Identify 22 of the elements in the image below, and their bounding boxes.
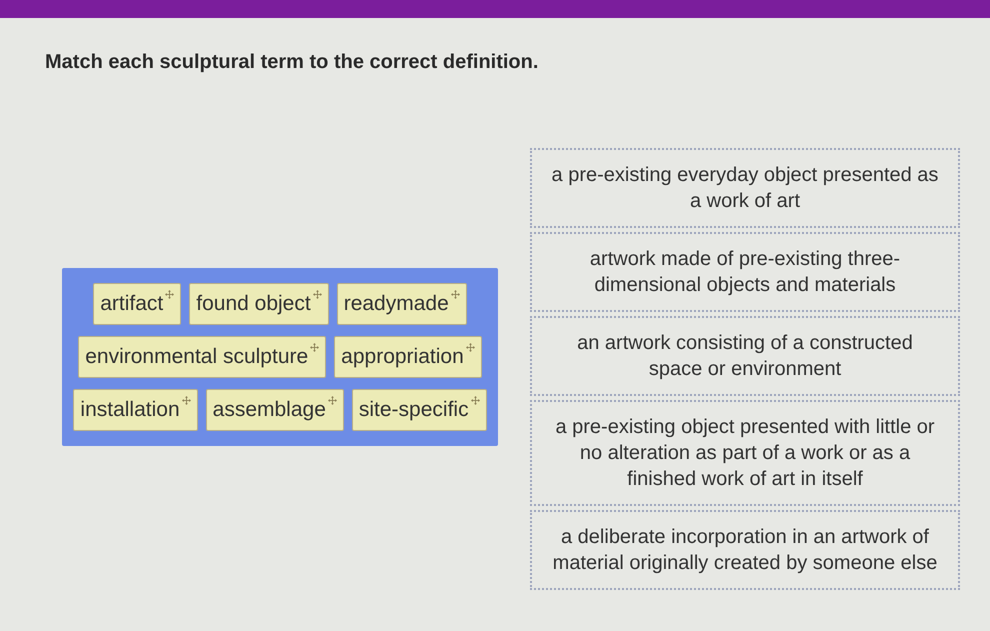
four-way-arrow-icon: [312, 290, 322, 299]
term-chip[interactable]: appropriation: [334, 336, 482, 378]
four-way-arrow-icon: [182, 396, 191, 405]
instruction-text: Match each sculptural term to the correct definition.: [45, 50, 538, 75]
four-way-arrow-icon: [310, 343, 320, 352]
definition-drop-zone[interactable]: a pre-existing everyday object presented as a work of art: [530, 148, 960, 228]
four-way-arrow-icon: [470, 396, 480, 405]
term-chip[interactable]: found object: [189, 283, 329, 325]
definition-drop-zone[interactable]: an artwork consisting of a constructed space or environment: [530, 316, 960, 396]
term-chip[interactable]: site-specific: [352, 389, 487, 431]
term-chip[interactable]: installation: [73, 389, 198, 431]
definition-drop-zone[interactable]: a deliberate incorporation in an artwork of material originally created by someone else: [530, 510, 960, 590]
four-way-arrow-icon: [466, 343, 475, 352]
definition-drop-zone[interactable]: a pre-existing object presented with little or no alteration as part of a work or as a finished work of art in itself: [530, 400, 960, 506]
four-way-arrow-icon: [328, 396, 337, 405]
term-chip[interactable]: readymade: [336, 283, 467, 325]
term-chip[interactable]: artifact: [93, 283, 182, 325]
definition-drop-zone[interactable]: artwork made of pre-existing three-dimensional objects and materials: [530, 232, 960, 312]
term-chip[interactable]: environmental sculpture: [78, 336, 326, 378]
four-way-arrow-icon: [165, 290, 174, 299]
four-way-arrow-icon: [450, 290, 460, 299]
term-chip[interactable]: assemblage: [206, 389, 344, 431]
